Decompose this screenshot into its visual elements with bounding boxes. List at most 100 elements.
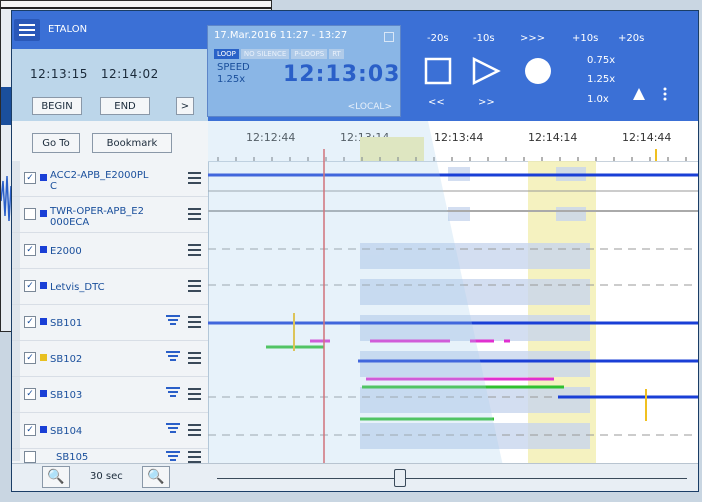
- channel-menu-icon[interactable]: [188, 280, 201, 292]
- channel-checkbox[interactable]: ✓: [24, 388, 36, 400]
- channel-color-swatch: [40, 282, 47, 289]
- jump-minus20-button[interactable]: -20s: [427, 33, 449, 44]
- channel-row[interactable]: ✓ SB104: [12, 413, 208, 449]
- channel-row[interactable]: ✓ ACC2-APB_E2000PLC: [12, 161, 208, 197]
- rewind-button[interactable]: <<: [428, 97, 445, 108]
- time-slider-track[interactable]: [217, 478, 687, 479]
- filter-icon[interactable]: [166, 351, 180, 365]
- channel-menu-icon[interactable]: [188, 244, 201, 256]
- tag-no-silence[interactable]: NO SILENCE: [240, 49, 290, 59]
- channel-label: SB105: [56, 452, 89, 463]
- fast-forward-button[interactable]: >>>: [520, 33, 545, 44]
- time-start: 12:13:15: [30, 67, 88, 81]
- channel-checkbox[interactable]: [24, 208, 36, 220]
- channel-label: Letvis_DTC: [50, 282, 105, 293]
- more-options-icon[interactable]: [662, 87, 668, 101]
- channel-menu-icon[interactable]: [188, 208, 201, 220]
- jump-minus10-button[interactable]: -10s: [473, 33, 495, 44]
- forward-button[interactable]: >>: [478, 97, 495, 108]
- time-end: 12:14:02: [100, 67, 159, 81]
- magnifier-icon: 🔍: [47, 469, 65, 485]
- highlight-region: [528, 161, 596, 466]
- zoom-in-button[interactable]: 🔍: [42, 466, 70, 488]
- channel-row[interactable]: ✓ SB103: [12, 377, 208, 413]
- time-range-display: 12:13:15 12:14:02: [30, 67, 159, 81]
- channel-menu-icon[interactable]: [188, 352, 201, 364]
- channel-row[interactable]: ✓ Letvis_DTC: [12, 269, 208, 305]
- channel-color-swatch: [40, 318, 47, 325]
- speed-value: 1.25x: [217, 74, 246, 85]
- channel-menu-icon[interactable]: [188, 451, 201, 463]
- header: ETALON 12:13:15 12:14:02 BEGIN END > 17.…: [12, 11, 698, 121]
- zoom-interval: 30 sec: [90, 471, 123, 482]
- channel-row[interactable]: ✓ SB102: [12, 341, 208, 377]
- menu-button[interactable]: [14, 19, 40, 41]
- time-slider-thumb[interactable]: [394, 469, 406, 487]
- channel-label: TWR-OPER-APB_E2000ECA: [50, 206, 144, 228]
- next-button[interactable]: >: [176, 97, 194, 115]
- channel-label: SB102: [50, 354, 83, 365]
- begin-button[interactable]: BEGIN: [32, 97, 82, 115]
- triangle-up-icon[interactable]: [632, 87, 646, 101]
- filter-icon[interactable]: [166, 423, 180, 437]
- channel-checkbox[interactable]: ✓: [24, 244, 36, 256]
- stop-icon: [424, 57, 452, 85]
- app-title: ETALON: [48, 24, 88, 35]
- mode-tags: LOOP NO SILENCE P-LOOPS RT: [214, 46, 346, 59]
- channel-label: SB103: [50, 390, 83, 401]
- filter-icon[interactable]: [166, 315, 180, 329]
- channel-menu-icon[interactable]: [188, 316, 201, 328]
- etalon-window: ETALON 12:13:15 12:14:02 BEGIN END > 17.…: [11, 10, 699, 492]
- channel-color-swatch: [40, 426, 47, 433]
- zoom-out-button[interactable]: 🔍: [142, 466, 170, 488]
- channel-color-swatch: [40, 246, 47, 253]
- magnifier-icon: 🔍: [147, 469, 165, 485]
- end-button[interactable]: END: [100, 97, 150, 115]
- channel-label: SB104: [50, 426, 83, 437]
- speed-label: SPEED: [217, 62, 250, 73]
- panel-toggle-icon[interactable]: [384, 32, 394, 42]
- channel-color-swatch: [40, 354, 47, 361]
- channel-color-swatch: [40, 174, 47, 181]
- bookmark-button[interactable]: Bookmark: [92, 133, 172, 153]
- speed-display: SPEED 1.25x: [217, 62, 250, 86]
- channel-color-swatch: [40, 210, 47, 217]
- rate-075-button[interactable]: 0.75x: [587, 55, 615, 66]
- tag-loop[interactable]: LOOP: [214, 49, 239, 59]
- channel-label: SB101: [50, 318, 83, 329]
- channel-checkbox[interactable]: ✓: [24, 424, 36, 436]
- record-icon: [525, 58, 551, 84]
- channel-checkbox[interactable]: ✓: [24, 352, 36, 364]
- current-time-clock: 12:13:03: [283, 62, 401, 87]
- transport-controls: [424, 56, 551, 86]
- playback-info-panel: 17.Mar.2016 11:27 - 13:27 LOOP NO SILENCE…: [207, 25, 401, 117]
- play-icon: [472, 56, 501, 86]
- rate-10-button[interactable]: 1.0x: [587, 94, 609, 105]
- channel-label: ACC2-APB_E2000PLC: [50, 170, 149, 192]
- channel-checkbox[interactable]: ✓: [24, 316, 36, 328]
- channel-menu-icon[interactable]: [188, 172, 201, 184]
- channel-checkbox[interactable]: ✓: [24, 280, 36, 292]
- title-strip: [12, 11, 208, 49]
- channel-checkbox[interactable]: ✓: [24, 172, 36, 184]
- channel-row[interactable]: ✓ SB101: [12, 305, 208, 341]
- filter-icon[interactable]: [166, 387, 180, 401]
- channel-color-swatch: [40, 390, 47, 397]
- channel-menu-icon[interactable]: [188, 388, 201, 400]
- channel-checkbox[interactable]: [24, 451, 36, 463]
- tag-p-loops[interactable]: P-LOOPS: [291, 49, 328, 59]
- channel-row[interactable]: ✓ E2000: [12, 233, 208, 269]
- channel-row[interactable]: TWR-OPER-APB_E2000ECA: [12, 197, 208, 233]
- goto-button[interactable]: Go To: [32, 133, 80, 153]
- zoom-bar: 🔍 30 sec 🔍: [12, 463, 698, 491]
- background-window-titlebar: [1, 1, 271, 9]
- channel-menu-icon[interactable]: [188, 424, 201, 436]
- tag-rt[interactable]: RT: [329, 49, 344, 59]
- timeline-lanes[interactable]: [208, 121, 698, 466]
- channel-label: E2000: [50, 246, 82, 257]
- source-label: <LOCAL>: [347, 102, 392, 112]
- date-range: 17.Mar.2016 11:27 - 13:27: [214, 30, 348, 41]
- jump-plus20-button[interactable]: +20s: [618, 33, 644, 44]
- rate-125-button[interactable]: 1.25x: [587, 74, 615, 85]
- jump-plus10-button[interactable]: +10s: [572, 33, 598, 44]
